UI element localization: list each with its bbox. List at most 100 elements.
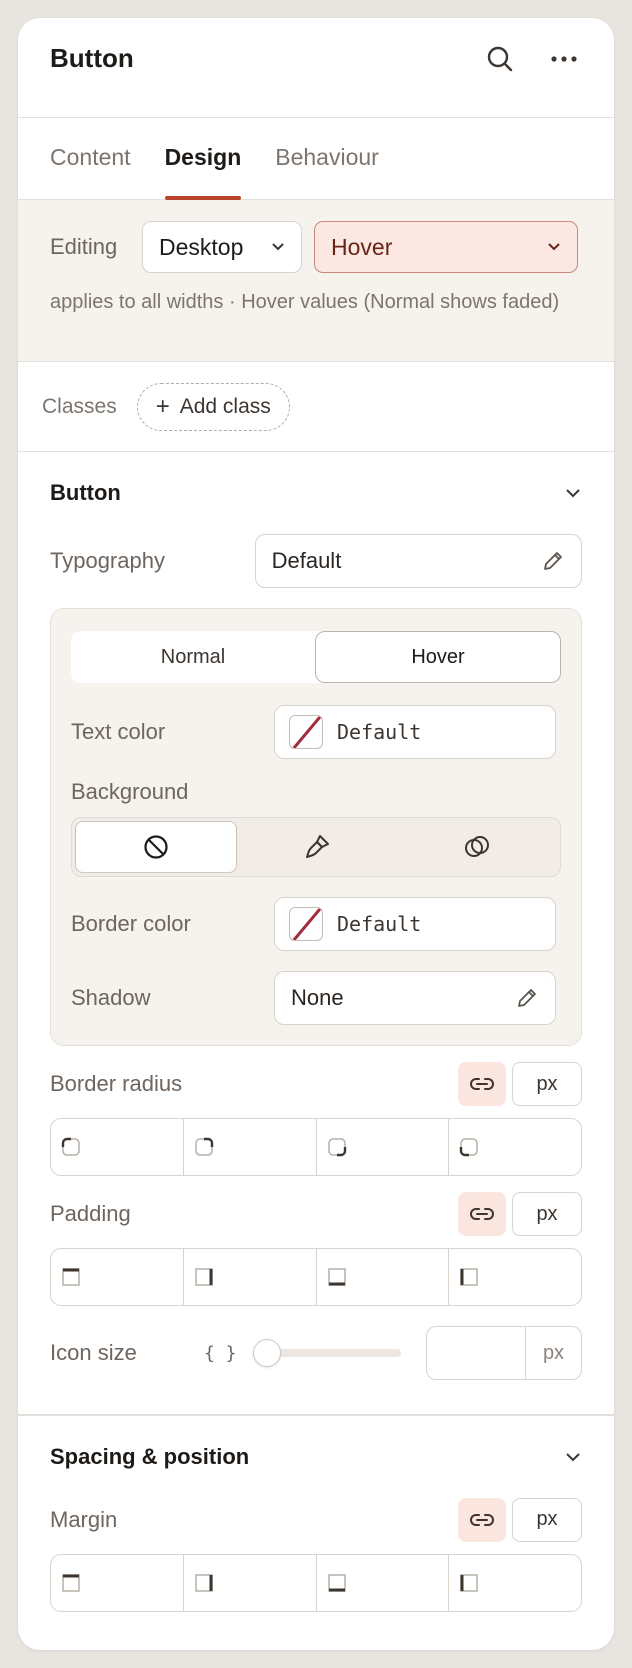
- radius-bottom-right-input[interactable]: [317, 1119, 450, 1175]
- margin-left-input[interactable]: [449, 1555, 581, 1611]
- none-icon[interactable]: [75, 821, 237, 873]
- more-icon[interactable]: [546, 41, 582, 77]
- text-color-value: Default: [337, 720, 422, 744]
- padding-row: Padding px: [18, 1192, 614, 1236]
- editing-bar: Editing Desktop Hover applies to all wid…: [18, 200, 614, 362]
- color-swatch-icon[interactable]: [289, 715, 323, 749]
- text-color-label: Text color: [71, 719, 166, 744]
- corner-top-left-icon: [61, 1137, 80, 1156]
- padding-left-input[interactable]: [449, 1249, 581, 1305]
- side-bottom-icon: [327, 1573, 346, 1592]
- margin-unit[interactable]: px: [512, 1497, 582, 1542]
- radius-top-left-input[interactable]: [51, 1119, 184, 1175]
- tab-design[interactable]: Design: [164, 118, 241, 200]
- slider-handle[interactable]: [252, 1339, 281, 1367]
- text-color-row: Text color Default: [71, 705, 561, 759]
- device-dropdown[interactable]: Desktop: [142, 221, 302, 273]
- shadow-row: Shadow None: [71, 971, 561, 1025]
- icon-size-label: Icon size: [50, 1340, 137, 1365]
- typography-label: Typography: [50, 548, 165, 573]
- tab-content[interactable]: Content: [50, 118, 131, 199]
- editing-note: applies to all widths · Hover values (No…: [50, 291, 560, 313]
- corner-top-right-icon: [195, 1137, 213, 1156]
- border-color-field[interactable]: Default: [274, 897, 556, 951]
- link-icon[interactable]: [458, 1192, 506, 1236]
- chevron-down-icon[interactable]: [564, 1451, 582, 1463]
- hover-state-tab[interactable]: Hover: [315, 631, 561, 683]
- side-top-icon: [62, 1268, 80, 1286]
- side-left-icon: [460, 1268, 478, 1286]
- border-color-row: Border color Default: [71, 897, 561, 951]
- border-color-label: Border color: [71, 911, 191, 936]
- token-icon[interactable]: { }: [204, 1343, 237, 1364]
- tab-bar: Content Design Behaviour: [18, 118, 614, 200]
- search-icon[interactable]: [482, 41, 518, 77]
- typography-row: Typography Default: [18, 534, 614, 588]
- padding-top-input[interactable]: [51, 1249, 184, 1305]
- add-class-label: Add class: [179, 394, 271, 418]
- side-left-icon: [460, 1573, 478, 1592]
- margin-row: Margin px: [18, 1497, 614, 1542]
- shadow-field[interactable]: None: [274, 971, 556, 1025]
- panel-title: Button: [50, 43, 134, 73]
- spacing-section-title: Spacing & position: [50, 1443, 250, 1469]
- corner-bottom-left-icon: [460, 1138, 478, 1157]
- panel-header: Button: [18, 18, 614, 118]
- icon-size-row: Icon size { } px: [18, 1326, 614, 1380]
- margin-label: Margin: [50, 1506, 118, 1532]
- shadow-label: Shadow: [71, 985, 151, 1010]
- classes-label: Classes: [42, 394, 117, 418]
- editing-label: Editing: [50, 234, 118, 259]
- corner-bottom-right-icon: [327, 1138, 346, 1157]
- margin-top-input[interactable]: [51, 1554, 184, 1611]
- pencil-icon[interactable]: [515, 986, 539, 1010]
- button-section-title: Button: [50, 480, 121, 505]
- typography-value: Default: [271, 548, 342, 573]
- text-color-field[interactable]: Default: [274, 705, 556, 759]
- margin-inputs: [50, 1553, 582, 1612]
- padding-bottom-input[interactable]: [317, 1249, 450, 1305]
- radius-bottom-left-input[interactable]: [449, 1119, 581, 1175]
- chevron-down-icon: [272, 243, 284, 251]
- icon-size-value[interactable]: [427, 1327, 525, 1379]
- settings-panel: Button Content Design Behaviour Editing …: [18, 18, 614, 1650]
- link-icon[interactable]: [458, 1062, 506, 1106]
- icon-size-input[interactable]: px: [426, 1326, 582, 1380]
- background-label: Background: [71, 779, 189, 804]
- color-swatch-icon[interactable]: [289, 907, 323, 941]
- border-radius-inputs: [50, 1118, 582, 1176]
- pencil-icon[interactable]: [541, 549, 565, 573]
- state-value: Hover: [331, 233, 393, 260]
- classes-row: Classes + Add class: [18, 362, 614, 452]
- margin-right-input[interactable]: [184, 1554, 317, 1611]
- tab-behaviour[interactable]: Behaviour: [275, 118, 379, 199]
- side-right-icon: [195, 1268, 213, 1286]
- brush-icon[interactable]: [237, 821, 397, 873]
- border-radius-row: Border radius px: [18, 1062, 614, 1106]
- device-value: Desktop: [159, 233, 244, 260]
- icon-size-slider[interactable]: [252, 1339, 401, 1367]
- normal-state-tab[interactable]: Normal: [71, 631, 315, 683]
- gradient-icon[interactable]: [397, 821, 557, 873]
- padding-inputs: [50, 1248, 582, 1306]
- chevron-down-icon: [548, 243, 560, 251]
- chevron-down-icon[interactable]: [564, 487, 582, 499]
- radius-top-right-input[interactable]: [184, 1119, 317, 1175]
- margin-bottom-input[interactable]: [317, 1554, 450, 1611]
- state-toggle: Normal Hover: [71, 631, 561, 683]
- spacing-section-header[interactable]: Spacing & position: [18, 1416, 614, 1498]
- add-class-button[interactable]: + Add class: [136, 382, 290, 431]
- link-icon[interactable]: [458, 1497, 506, 1542]
- plus-icon: +: [155, 392, 170, 420]
- border-radius-label: Border radius: [50, 1071, 183, 1096]
- button-section-header[interactable]: Button: [18, 452, 614, 534]
- typography-field[interactable]: Default: [254, 534, 582, 588]
- border-color-value: Default: [337, 912, 422, 936]
- border-radius-unit[interactable]: px: [512, 1062, 582, 1106]
- shadow-value: None: [291, 985, 344, 1010]
- state-styles-box: Normal Hover Text color Default Backgrou…: [50, 608, 582, 1046]
- padding-right-input[interactable]: [184, 1249, 317, 1305]
- state-dropdown[interactable]: Hover: [314, 221, 578, 273]
- icon-size-unit: px: [525, 1327, 581, 1379]
- padding-unit[interactable]: px: [512, 1192, 582, 1236]
